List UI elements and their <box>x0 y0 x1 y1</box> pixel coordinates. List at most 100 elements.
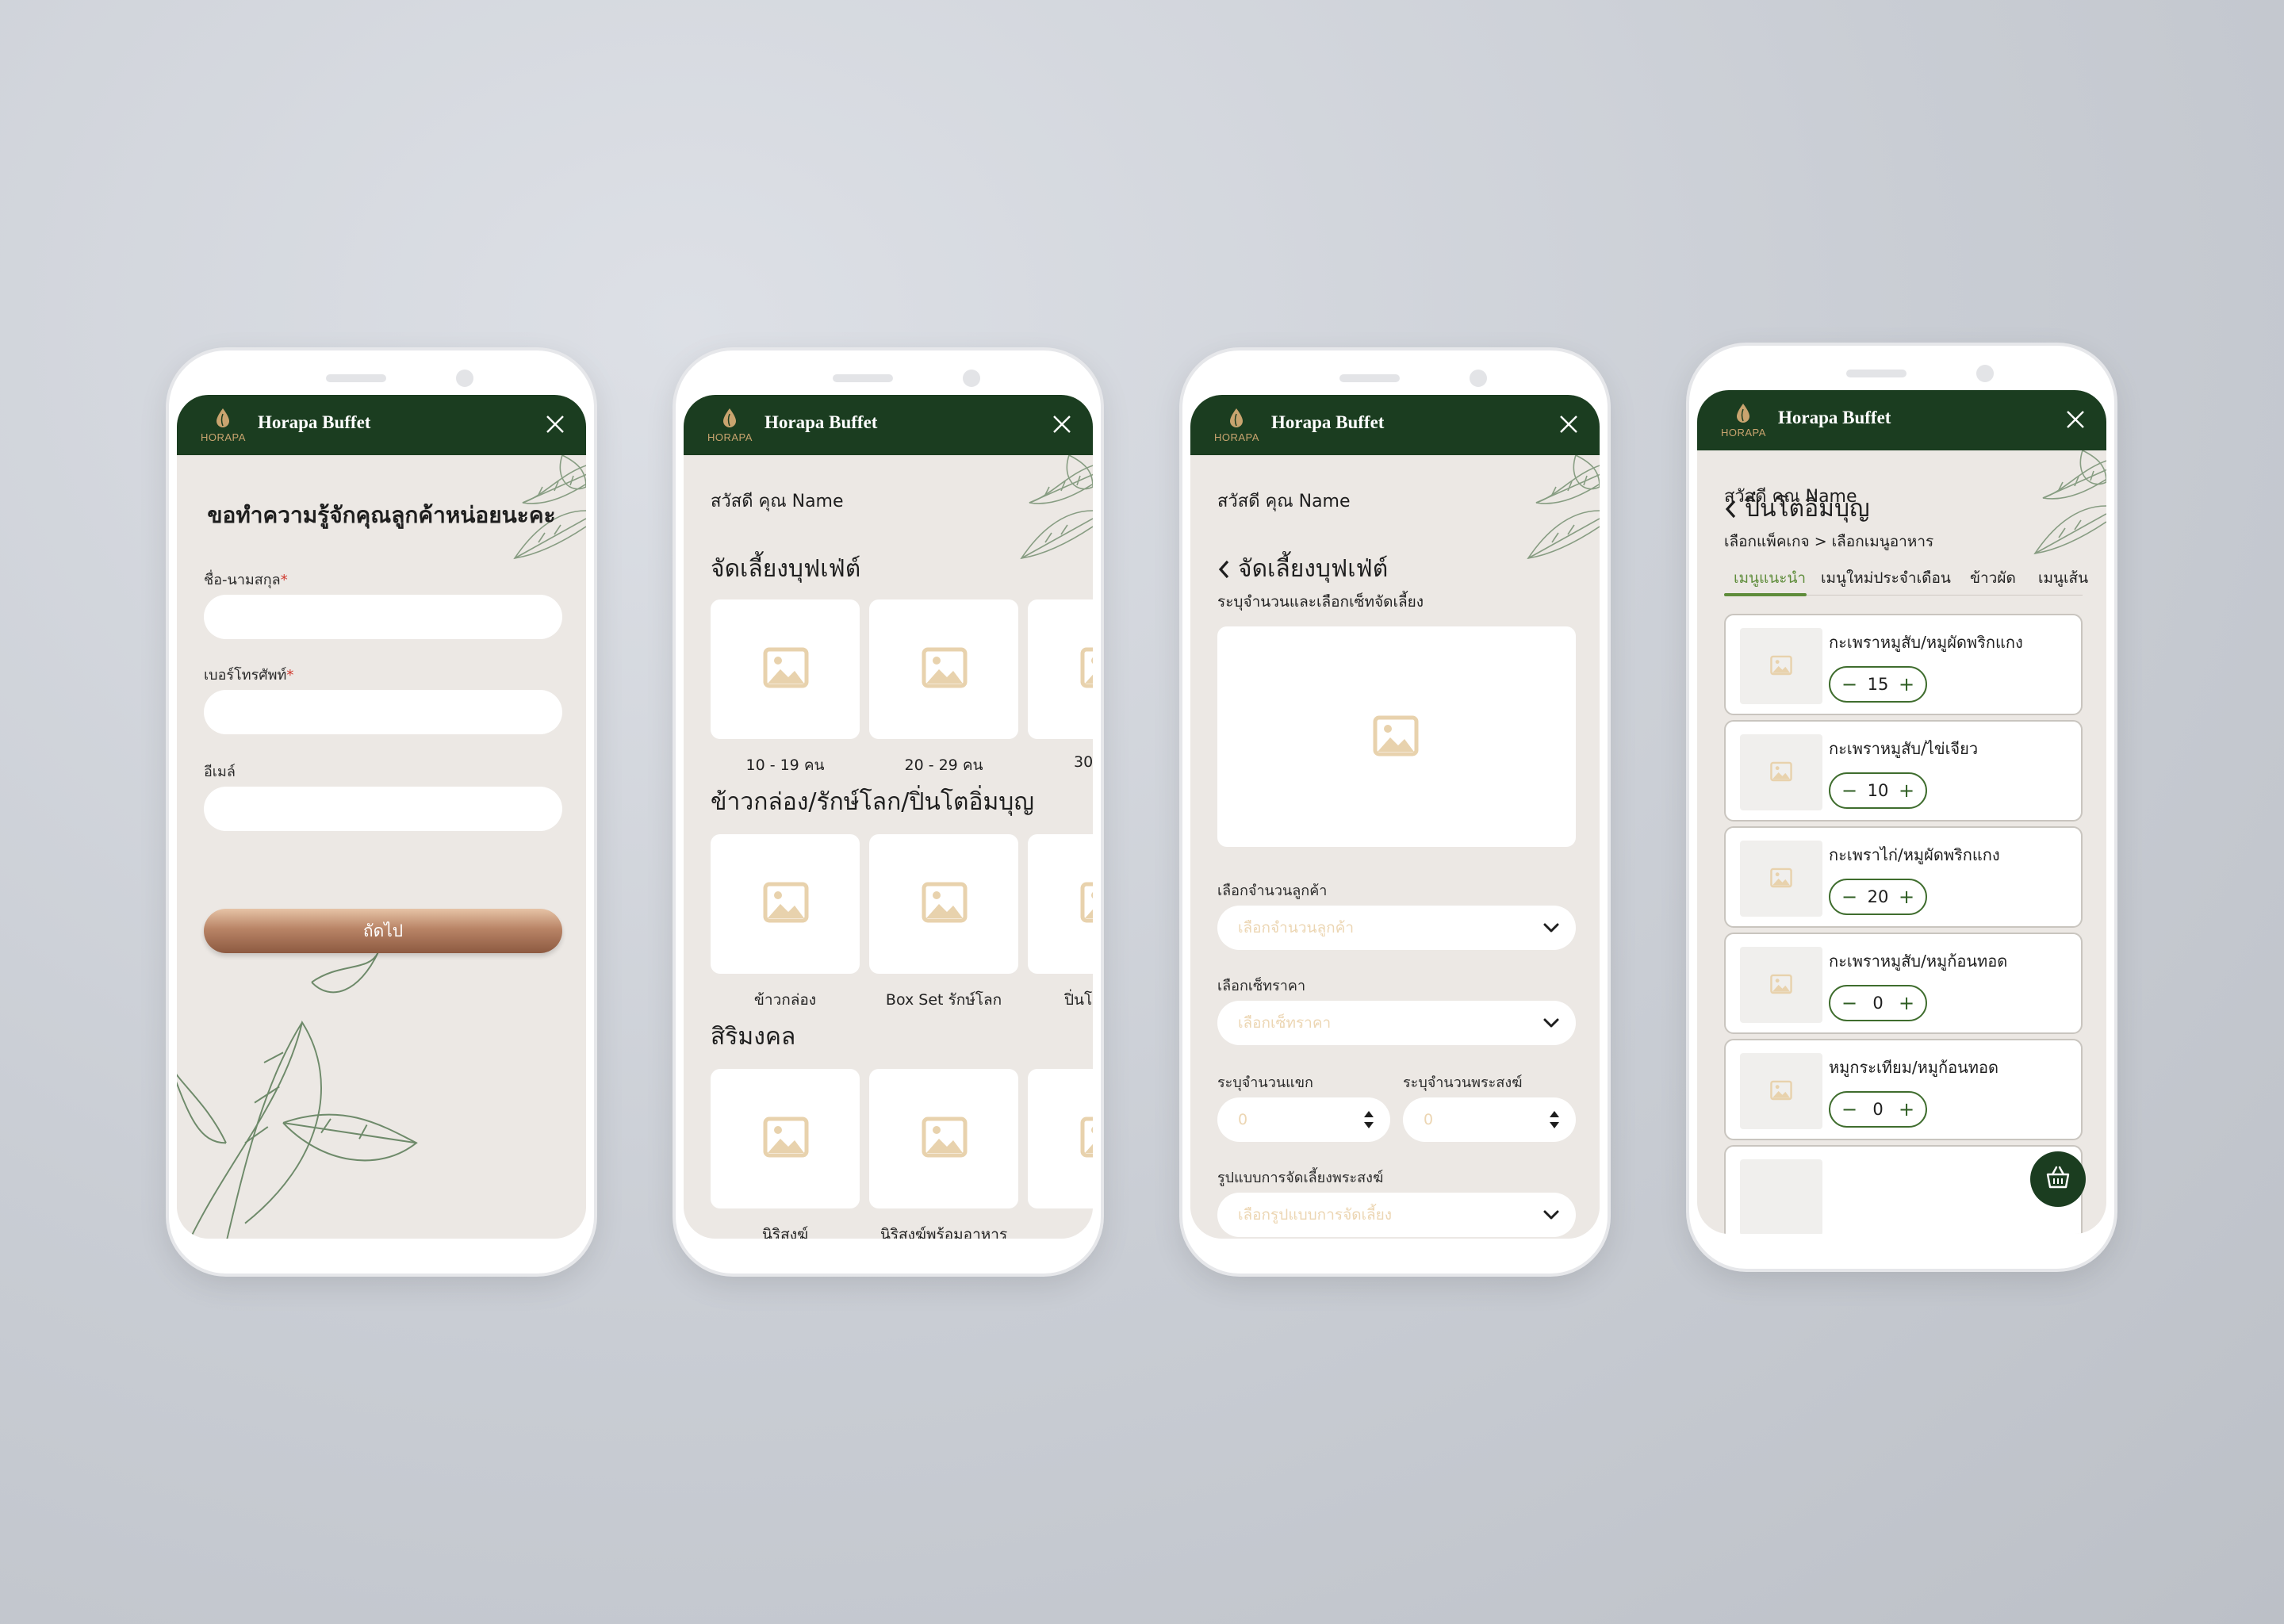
package-card[interactable] <box>711 834 860 974</box>
phone-frame-4: HORAPA Horapa Buffet สวัสดี คุณ Name ปิ่… <box>1689 346 2114 1269</box>
leaf-decoration-icon <box>982 455 1093 574</box>
card-caption: Box Set รักษ์โลก <box>885 991 1002 1009</box>
tab-fried-rice[interactable]: ข้าวผัด <box>1970 566 2016 590</box>
phone-field[interactable] <box>204 690 562 734</box>
tab-monthly-new[interactable]: เมนูใหม่ประจำเดือน <box>1821 566 1951 590</box>
stepper-arrows-icon[interactable] <box>1362 1109 1376 1131</box>
horapa-logo: HORAPA <box>1214 408 1262 446</box>
screen-menu-select: HORAPA Horapa Buffet สวัสดี คุณ Name ปิ่… <box>1697 390 2106 1234</box>
guests-select[interactable]: เลือกจำนวนลูกค้า <box>1217 906 1576 950</box>
email-field[interactable] <box>204 787 562 831</box>
chevron-down-icon <box>1542 920 1560 936</box>
menu-item-name: กะเพราหมูสับ/หมูผัดพริกแกง <box>1829 633 2023 652</box>
menu-thumbnail <box>1740 841 1822 917</box>
package-card[interactable] <box>869 834 1018 974</box>
page-heading: ขอทำความรู้จักคุณลูกค้าหน่อยนะคะ <box>207 502 556 528</box>
card-caption: 20 - 29 คน <box>904 756 983 774</box>
logo-text: HORAPA <box>707 431 753 443</box>
image-placeholder-icon <box>1770 868 1792 888</box>
back-button[interactable]: ปิ่นโตอิ่มบุญ <box>1724 490 1870 527</box>
app-title: Horapa Buffet <box>1778 408 1891 427</box>
image-placeholder-icon <box>1770 761 1792 782</box>
menu-thumbnail <box>1740 1053 1822 1129</box>
horapa-logo: HORAPA <box>707 408 755 446</box>
plus-button[interactable]: + <box>1897 991 1916 1015</box>
package-card[interactable] <box>1028 1069 1093 1208</box>
quantity-stepper: − 0 + <box>1829 1091 1927 1128</box>
close-icon[interactable] <box>1052 414 1072 435</box>
close-icon[interactable] <box>2065 409 2086 430</box>
plus-button[interactable]: + <box>1897 885 1916 909</box>
visitors-input[interactable]: 0 <box>1217 1097 1390 1142</box>
speaker <box>1846 370 1907 377</box>
price-placeholder: เลือกเซ็ทราคา <box>1238 1014 1332 1032</box>
image-placeholder-icon <box>1080 1116 1093 1158</box>
plus-button[interactable]: + <box>1897 779 1916 802</box>
image-placeholder-icon <box>1080 882 1093 923</box>
image-placeholder-icon <box>763 647 809 688</box>
name-label: ชื่อ-นามสกุล* <box>204 572 288 588</box>
section-title: ข้าวกล่อง/รักษ์โลก/ปิ่นโตอิ่มบุญ <box>711 788 1034 816</box>
guests-label: เลือกจำนวนลูกค้า <box>1217 883 1328 899</box>
package-card[interactable] <box>1028 834 1093 974</box>
section-title: จัดเลี้ยงบุฟเฟ่ต์ <box>711 555 861 583</box>
image-placeholder-icon <box>763 882 809 923</box>
close-icon[interactable] <box>1558 414 1579 435</box>
monks-value: 0 <box>1424 1111 1434 1128</box>
package-card[interactable] <box>1028 599 1093 739</box>
menu-item-name: กะเพราหมูสับ/ไข่เจียว <box>1829 739 1979 758</box>
card-caption: 10 - 19 คน <box>745 756 825 774</box>
package-card[interactable] <box>711 1069 860 1208</box>
menu-thumbnail <box>1740 734 1822 810</box>
page-subtitle: ระบุจำนวนและเลือกเซ็ทจัดเลี้ยง <box>1217 593 1424 611</box>
menu-item: กะเพราหมูสับ/ไข่เจียว − 10 + <box>1724 720 2083 822</box>
phone-frame-2: HORAPA Horapa Buffet สวัสดี คุณ Name จัด… <box>676 350 1101 1274</box>
package-card[interactable] <box>869 599 1018 739</box>
phone-frame-1: HORAPA Horapa Buffet ขอทำความรู้จักคุณลู… <box>169 350 594 1274</box>
menu-tabs: เมนูแนะนำ เมนูใหม่ประจำเดือน ข้าวผัด เมน… <box>1724 566 2088 596</box>
menu-item: กะเพราไก่/หมูผัดพริกแกง − 20 + <box>1724 826 2083 928</box>
quantity-stepper: − 20 + <box>1829 879 1927 915</box>
leaf-decoration-icon <box>1489 455 1600 574</box>
plus-button[interactable]: + <box>1897 672 1916 696</box>
screen-buffet-setup: HORAPA Horapa Buffet สวัสดี คุณ Name จัด… <box>1190 395 1600 1239</box>
phone-label: เบอร์โทรศัพท์* <box>204 667 294 684</box>
logo-text: HORAPA <box>1214 431 1259 443</box>
image-placeholder-icon <box>922 882 968 923</box>
package-card[interactable] <box>711 599 860 739</box>
camera <box>963 370 980 387</box>
email-label: อีเมล์ <box>204 764 236 780</box>
app-title: Horapa Buffet <box>765 412 878 432</box>
back-button[interactable]: จัดเลี้ยงบุฟเฟ่ต์ <box>1217 550 1388 588</box>
name-field[interactable] <box>204 595 562 639</box>
price-select[interactable]: เลือกเซ็ทราคา <box>1217 1001 1576 1045</box>
speaker <box>833 374 893 382</box>
greeting: สวัสดี คุณ Name <box>1217 492 1351 511</box>
menu-thumbnail <box>1740 628 1822 704</box>
package-card[interactable] <box>869 1069 1018 1208</box>
plus-button[interactable]: + <box>1897 1097 1916 1121</box>
menu-item-name: กะเพราหมูสับ/หมูก้อนทอด <box>1829 952 2008 971</box>
card-caption: นิริสงฆ์พร้อมอาหาร <box>879 1226 1008 1239</box>
phone-frame-3: HORAPA Horapa Buffet สวัสดี คุณ Name จัด… <box>1182 350 1608 1274</box>
monks-input[interactable]: 0 <box>1403 1097 1576 1142</box>
greeting: สวัสดี คุณ Name <box>711 492 844 511</box>
close-icon[interactable] <box>545 414 565 435</box>
menu-item-name: กะเพราไก่/หมูผัดพริกแกง <box>1829 845 2000 864</box>
menu-item: กะเพราหมูสับ/หมูก้อนทอด − 0 + <box>1724 933 2083 1034</box>
active-tab-indicator <box>1724 593 1807 596</box>
app-header: HORAPA Horapa Buffet <box>177 395 586 455</box>
cart-button[interactable] <box>2030 1151 2086 1207</box>
app-title: Horapa Buffet <box>258 412 371 432</box>
card-caption: ข้าวกล่อง <box>753 991 817 1009</box>
camera <box>1976 365 1994 382</box>
next-button[interactable]: ถัดไป <box>204 909 562 953</box>
leaf-decoration-icon <box>177 952 418 1239</box>
tab-recommended[interactable]: เมนูแนะนำ <box>1734 566 1806 590</box>
style-select[interactable]: เลือกรูปแบบการจัดเลี้ยง <box>1217 1193 1576 1237</box>
stepper-arrows-icon[interactable] <box>1547 1109 1562 1131</box>
tab-noodles[interactable]: เมนูเส้น <box>2038 566 2088 590</box>
image-placeholder-icon <box>922 1116 968 1158</box>
leaf-decoration-icon <box>1995 450 2106 569</box>
chevron-left-icon <box>1725 500 1736 518</box>
